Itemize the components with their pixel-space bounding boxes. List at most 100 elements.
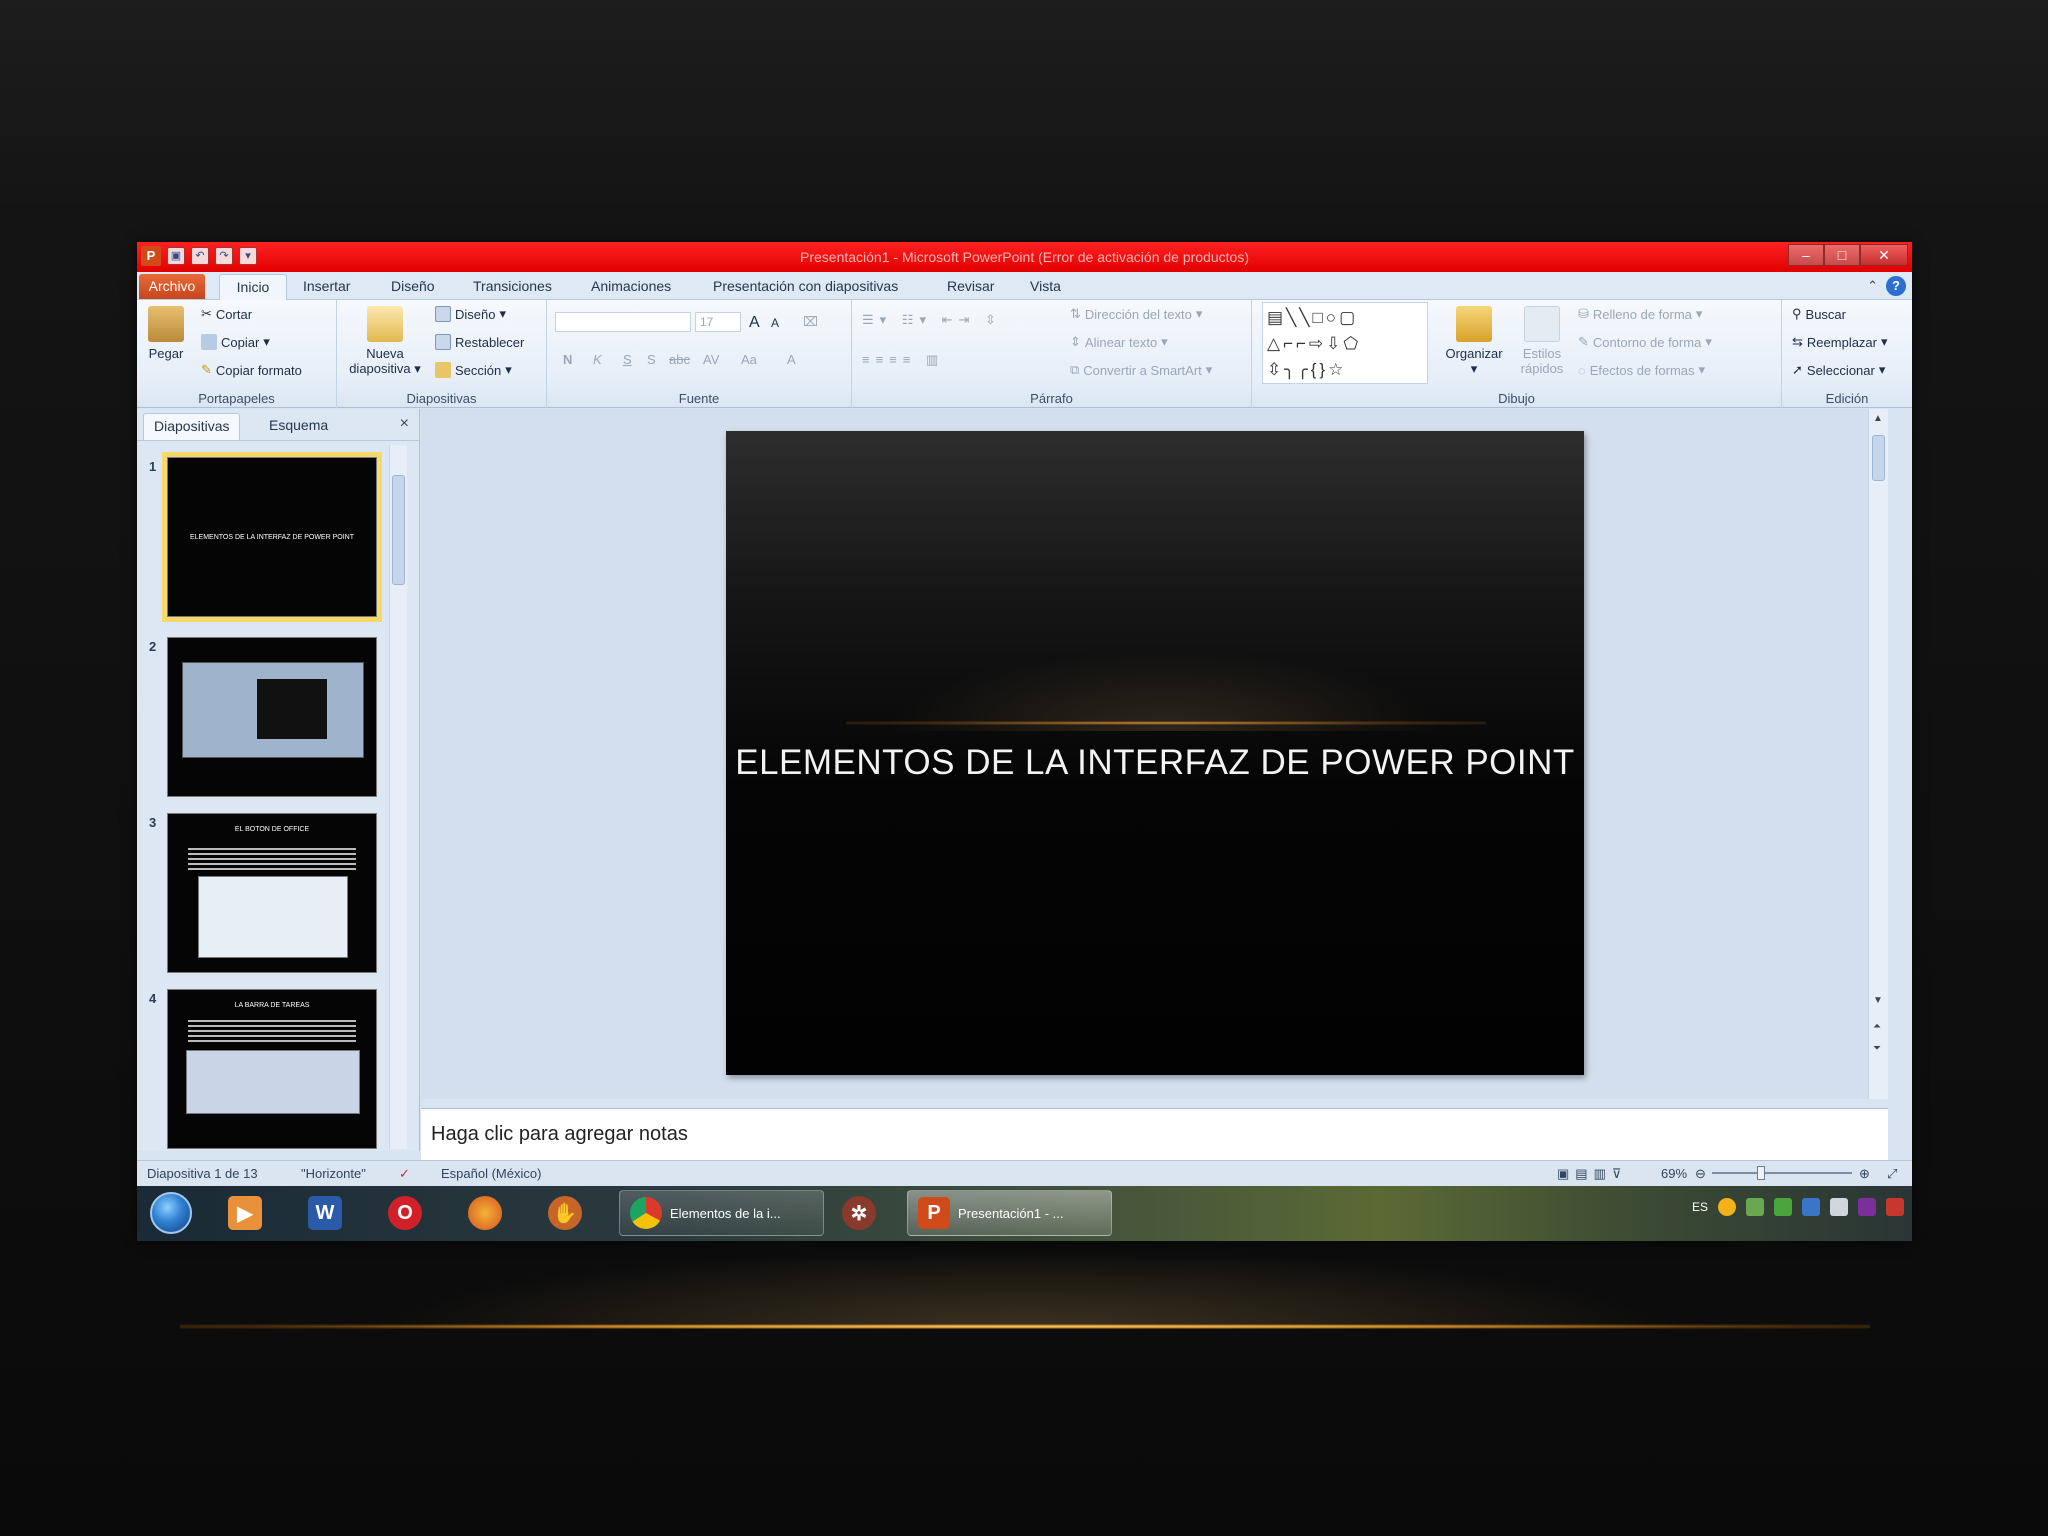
tab-insert[interactable]: Insertar bbox=[303, 278, 350, 294]
opera-icon: O bbox=[388, 1196, 422, 1230]
zoom-level[interactable]: 69% bbox=[1661, 1166, 1687, 1181]
replace-button[interactable]: ⇆ Reemplazar ▾ bbox=[1792, 334, 1888, 350]
new-slide-button[interactable]: Nueva diapositiva ▾ bbox=[345, 306, 425, 376]
tray-check-icon[interactable] bbox=[1746, 1198, 1764, 1216]
reset-button[interactable]: Restablecer bbox=[435, 334, 524, 350]
powerpoint-task-button[interactable]: P Presentación1 - ... bbox=[907, 1190, 1112, 1236]
arrange-button[interactable]: Organizar ▾ bbox=[1438, 306, 1510, 376]
shape-fill-button[interactable]: ⛁ Relleno de forma ▾ bbox=[1578, 306, 1702, 322]
language-indicator[interactable]: Español (México) bbox=[441, 1166, 541, 1181]
bullets-icon[interactable]: ☰▾ ☷▾ ⇤⇥ ⇳ bbox=[862, 312, 1002, 328]
minimize-button[interactable]: – bbox=[1788, 244, 1824, 266]
shapes-gallery[interactable]: ▤╲╲□○▢ △⌐⌐⇨⇩⬠ ⇳╮╭{}☆ bbox=[1262, 302, 1428, 384]
tab-outline-panel[interactable]: Esquema bbox=[259, 413, 338, 440]
onenote-icon[interactable] bbox=[1858, 1198, 1876, 1216]
notes-placeholder[interactable]: Haga clic para agregar notas bbox=[431, 1123, 688, 1146]
select-button[interactable]: ➚ Seleccionar ▾ bbox=[1792, 362, 1885, 378]
smartart-button[interactable]: ⧉ Convertir a SmartArt ▾ bbox=[1070, 362, 1212, 378]
slide-thumbnail-1[interactable]: ELEMENTOS DE LA INTERFAZ DE POWER POINT bbox=[162, 452, 382, 622]
font-size-field[interactable]: 17 bbox=[695, 312, 741, 332]
text-direction-button[interactable]: ⇅ Dirección del texto ▾ bbox=[1070, 306, 1202, 322]
underline-button[interactable]: S bbox=[623, 352, 632, 367]
chrome-task-button[interactable]: Elementos de la i... bbox=[619, 1190, 824, 1236]
tab-slides-panel[interactable]: Diapositivas bbox=[143, 413, 241, 440]
shape-outline-button[interactable]: ✎ Contorno de forma ▾ bbox=[1578, 334, 1712, 350]
cursor-icon: ➚ bbox=[1792, 362, 1803, 377]
grow-font-button[interactable]: A bbox=[749, 314, 760, 332]
group-clipboard: Pegar ✂ Cortar Copiar ▾ ✎ Copiar formato… bbox=[137, 300, 337, 408]
zoom-slider-thumb[interactable] bbox=[1757, 1166, 1765, 1180]
cut-button[interactable]: ✂ Cortar bbox=[201, 306, 252, 322]
align-icons[interactable]: ≡≡≡≡ ▥ bbox=[862, 352, 944, 368]
volume-icon[interactable] bbox=[1830, 1198, 1848, 1216]
background-glow-haze bbox=[380, 1248, 1670, 1328]
windows-taskbar: ▶ W O ✋ Elementos de la i... ✲ P Present… bbox=[137, 1186, 1912, 1241]
tab-review[interactable]: Revisar bbox=[947, 278, 994, 294]
main-scroll-thumb[interactable] bbox=[1872, 435, 1885, 481]
slide-title[interactable]: ELEMENTOS DE LA INTERFAZ DE POWER POINT bbox=[726, 743, 1584, 783]
tab-transitions[interactable]: Transiciones bbox=[473, 278, 552, 294]
shrink-font-button[interactable]: A bbox=[771, 316, 779, 330]
fit-window-icon[interactable]: ⤢ bbox=[1887, 1166, 1897, 1182]
find-button[interactable]: ⚲ Buscar bbox=[1792, 306, 1846, 322]
minimize-ribbon-icon[interactable]: ⌃ bbox=[1867, 278, 1878, 294]
firefox-button[interactable] bbox=[457, 1190, 513, 1236]
paste-button[interactable]: Pegar bbox=[143, 306, 189, 361]
tray-flag-icon[interactable] bbox=[1886, 1198, 1904, 1216]
zoom-out-icon[interactable]: ⊖ bbox=[1695, 1166, 1706, 1182]
format-painter-button[interactable]: ✎ Copiar formato bbox=[201, 362, 302, 378]
notes-pane[interactable]: Haga clic para agregar notas bbox=[421, 1108, 1888, 1160]
section-button[interactable]: Sección ▾ bbox=[435, 362, 512, 378]
close-panel-icon[interactable]: × bbox=[400, 415, 409, 433]
zoom-in-icon[interactable]: ⊕ bbox=[1859, 1166, 1870, 1182]
close-button[interactable]: ✕ bbox=[1860, 244, 1908, 266]
word-button[interactable]: W bbox=[297, 1190, 353, 1236]
main-scrollbar[interactable]: ▲ ▼ ⏶ ⏷ bbox=[1868, 409, 1888, 1099]
view-buttons[interactable]: ▣▤▥⊽ bbox=[1557, 1166, 1627, 1182]
app-button[interactable]: ✋ bbox=[537, 1190, 593, 1236]
font-color-button[interactable]: A bbox=[787, 352, 796, 367]
tab-home[interactable]: Inicio bbox=[219, 274, 287, 301]
italic-button[interactable]: K bbox=[593, 352, 602, 367]
tab-view[interactable]: Vista bbox=[1030, 278, 1061, 294]
prev-slide-icon[interactable]: ⏶ bbox=[1873, 1021, 1881, 1032]
scroll-down-icon[interactable]: ▼ bbox=[1873, 995, 1883, 1006]
copy-button[interactable]: Copiar ▾ bbox=[201, 334, 270, 350]
slide-thumbnail-3[interactable]: EL BOTON DE OFFICE bbox=[167, 813, 377, 973]
help-icon[interactable]: ? bbox=[1886, 276, 1906, 296]
current-slide[interactable]: ELEMENTOS DE LA INTERFAZ DE POWER POINT bbox=[726, 431, 1584, 1075]
tray-network-icon[interactable] bbox=[1774, 1198, 1792, 1216]
tab-design[interactable]: Diseño bbox=[391, 278, 435, 294]
align-text-button[interactable]: ⇕ Alinear texto ▾ bbox=[1070, 334, 1168, 350]
tab-animations[interactable]: Animaciones bbox=[591, 278, 671, 294]
font-name-field[interactable] bbox=[555, 312, 691, 332]
slide-thumbnail-2[interactable] bbox=[167, 637, 377, 797]
maximize-button[interactable]: □ bbox=[1824, 244, 1860, 266]
app-button-2[interactable]: ✲ bbox=[831, 1190, 887, 1236]
quick-styles-button[interactable]: Estilos rápidos bbox=[1512, 306, 1572, 376]
bold-button[interactable]: N bbox=[563, 352, 572, 367]
tray-display-icon[interactable] bbox=[1802, 1198, 1820, 1216]
powerpoint-window: P ▣ ↶ ↷ ▾ Presentación1 - Microsoft Powe… bbox=[137, 242, 1912, 1241]
tray-language[interactable]: ES bbox=[1692, 1200, 1708, 1214]
change-case-button[interactable]: Aa bbox=[741, 352, 757, 367]
media-player-button[interactable]: ▶ bbox=[217, 1190, 273, 1236]
strikethrough-button[interactable]: abc bbox=[669, 352, 690, 367]
zoom-slider[interactable] bbox=[1712, 1172, 1852, 1174]
tab-file[interactable]: Archivo bbox=[139, 274, 205, 299]
spellcheck-icon[interactable]: ✓ bbox=[399, 1166, 410, 1182]
panel-scrollbar[interactable] bbox=[389, 445, 407, 1149]
layout-button[interactable]: Diseño ▾ bbox=[435, 306, 506, 322]
tray-app-icon[interactable] bbox=[1718, 1198, 1736, 1216]
shape-effects-button[interactable]: ◌ Efectos de formas ▾ bbox=[1578, 362, 1705, 378]
start-button[interactable] bbox=[143, 1190, 199, 1236]
scroll-up-icon[interactable]: ▲ bbox=[1873, 413, 1883, 424]
tab-slideshow[interactable]: Presentación con diapositivas bbox=[713, 278, 898, 294]
char-spacing-button[interactable]: AV bbox=[703, 352, 719, 367]
shadow-button[interactable]: S bbox=[647, 352, 656, 367]
slide-thumbnail-4[interactable]: LA BARRA DE TAREAS bbox=[167, 989, 377, 1149]
next-slide-icon[interactable]: ⏷ bbox=[1873, 1043, 1881, 1054]
panel-scroll-thumb[interactable] bbox=[392, 475, 405, 585]
opera-button[interactable]: O bbox=[377, 1190, 433, 1236]
clear-format-icon[interactable]: ⌧ bbox=[803, 314, 818, 330]
